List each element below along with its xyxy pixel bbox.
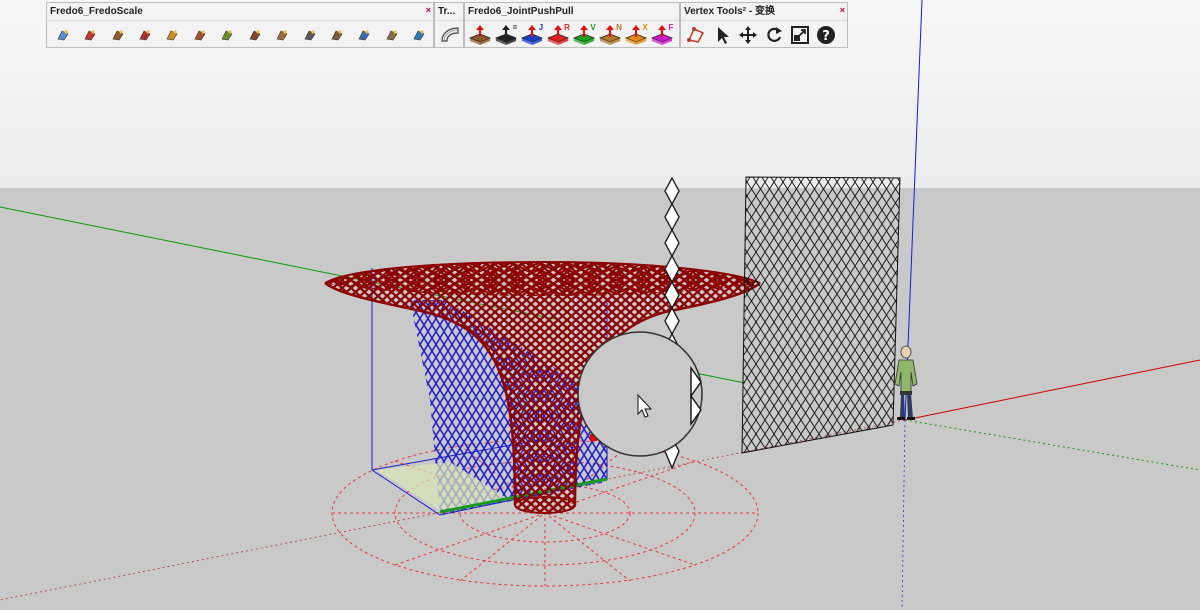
model-viewport[interactable] (0, 0, 1200, 610)
extrude-pushpull-icon[interactable]: X (623, 23, 649, 47)
move-icon[interactable] (735, 23, 761, 47)
box-scale-icon[interactable] (76, 23, 103, 47)
pushpull-letter: F (668, 23, 674, 32)
rotate-icon[interactable] (241, 23, 268, 47)
svg-text:?: ? (822, 29, 830, 44)
toolbar-fredoscale: Fredo6_FredoScale × (46, 2, 434, 48)
vertex-select-icon[interactable] (683, 23, 709, 47)
arrow-cursor-icon[interactable] (709, 23, 735, 47)
close-icon[interactable]: × (840, 5, 845, 15)
bend-icon[interactable] (214, 23, 241, 47)
radial-bend-icon[interactable] (268, 23, 295, 47)
scale-plane-icon[interactable] (378, 23, 405, 47)
pushpull-letter: V (590, 23, 596, 32)
toolbar-buttons: = J R V N X F (465, 21, 679, 48)
vector-pushpull-v-icon[interactable]: V (571, 23, 597, 47)
toolbar-jointpushpull: Fredo6_JointPushPull = J R V N X F (464, 2, 680, 48)
toolbar-title: Vertex Tools² - 变换 (681, 3, 847, 21)
twist-icon[interactable] (186, 23, 213, 47)
plane-shear-icon[interactable] (131, 23, 158, 47)
close-icon[interactable]: × (426, 5, 431, 15)
rotate-about-icon[interactable] (351, 23, 378, 47)
pushpull-letter: J (538, 23, 544, 32)
lattice-panel[interactable] (741, 176, 901, 454)
toolbar-vertex-tools: Vertex Tools² - 变换 × ? (680, 2, 848, 48)
joint-pushpull-j-icon[interactable]: J (519, 23, 545, 47)
toolbar-buttons (435, 21, 463, 48)
round-pushpull-icon[interactable]: R (545, 23, 571, 47)
pushpull-letter: X (642, 23, 648, 32)
stretch-icon[interactable] (159, 23, 186, 47)
scale-icon[interactable] (787, 23, 813, 47)
box-icon[interactable] (323, 23, 350, 47)
normal-pushpull-icon[interactable]: N (597, 23, 623, 47)
toolbar-title: Fredo6_FredoScale (47, 3, 433, 21)
toolbar-buttons: ? (681, 21, 847, 48)
toolbar-tr: Tr... (434, 2, 464, 48)
help-icon[interactable]: ? (813, 23, 839, 47)
vector-pushpull-icon[interactable]: = (493, 23, 519, 47)
toolbar-title: Tr... (435, 3, 463, 21)
follow-pushpull-icon[interactable]: F (649, 23, 675, 47)
pushpull-letter: N (616, 23, 622, 32)
zoom-magnifier (577, 331, 703, 457)
untaper-icon[interactable] (296, 23, 323, 47)
tube-along-path-icon[interactable] (437, 23, 463, 47)
pushpull-letter: R (564, 23, 570, 32)
help-icon[interactable] (405, 23, 432, 47)
joint-pushpull-icon[interactable] (467, 23, 493, 47)
toolbar-buttons (47, 21, 433, 48)
pushpull-letter: = (512, 23, 518, 32)
toolbar-title: Fredo6_JointPushPull (465, 3, 679, 21)
scale-icon[interactable] (49, 23, 76, 47)
tapering-icon[interactable] (104, 23, 131, 47)
rotate-icon[interactable] (761, 23, 787, 47)
